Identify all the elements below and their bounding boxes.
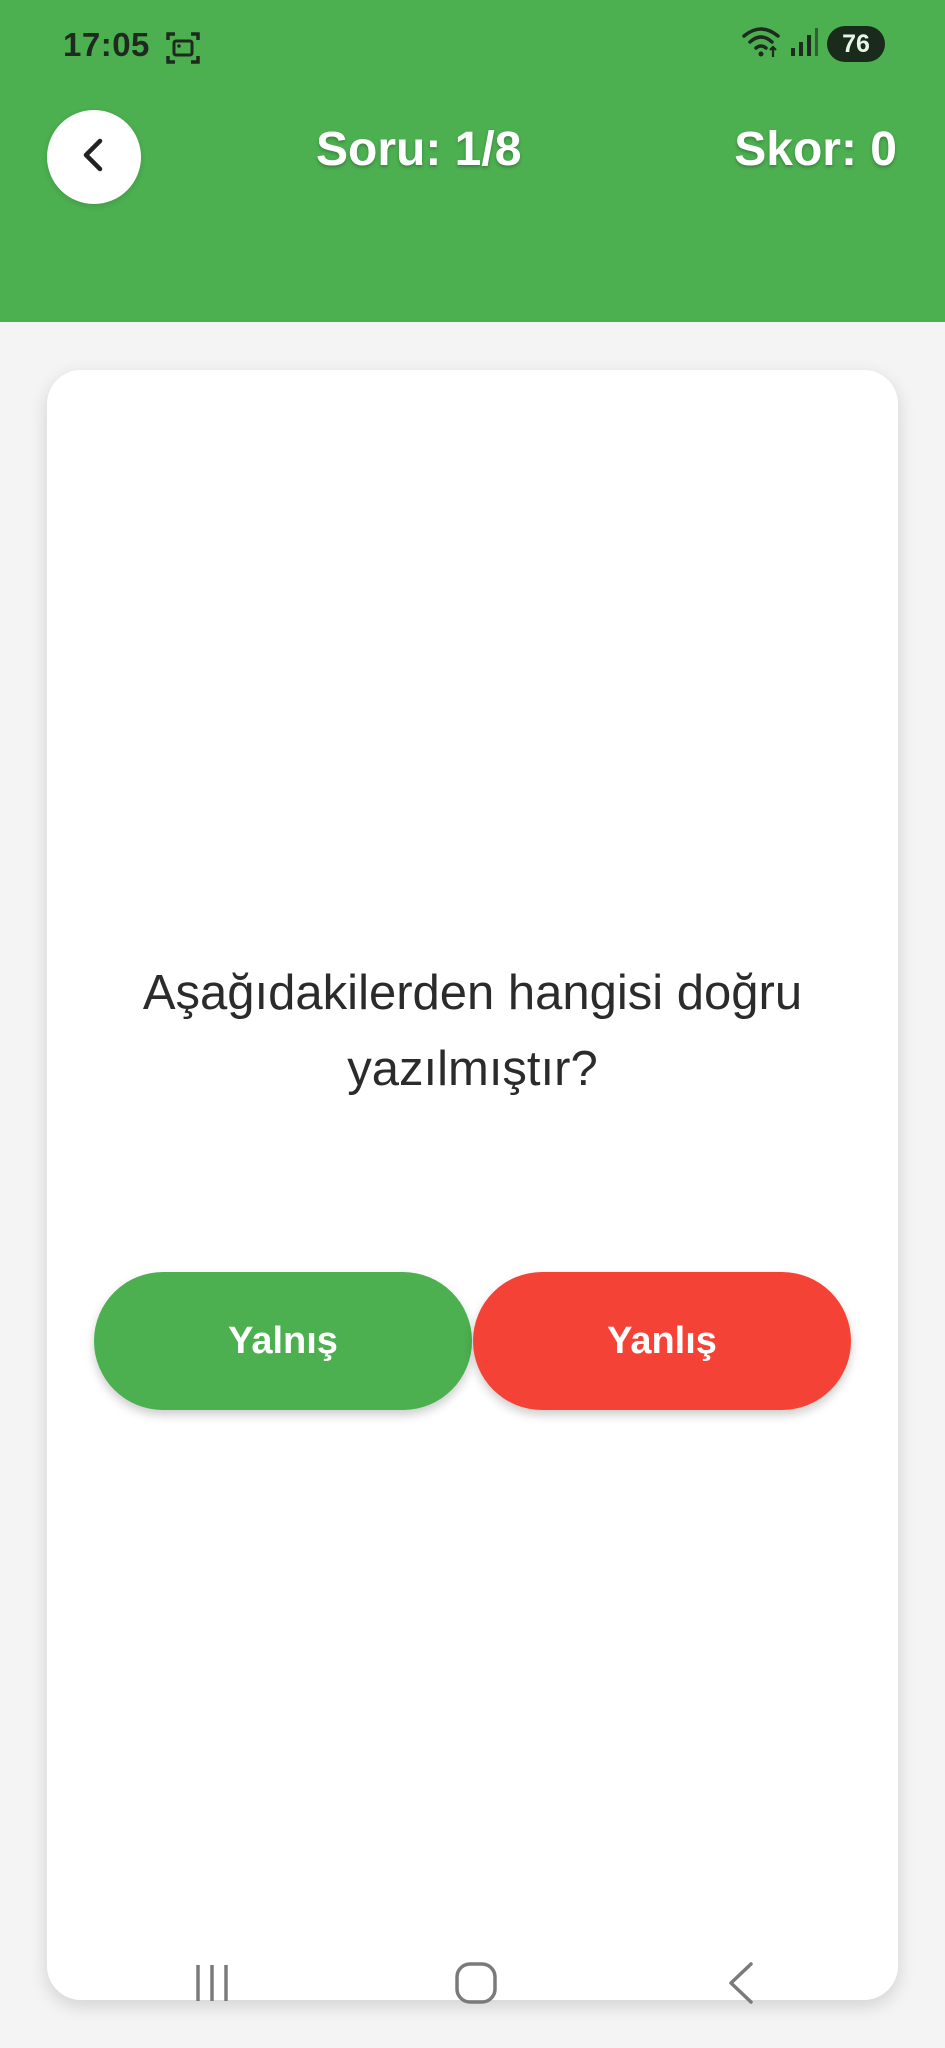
answer-button-1[interactable]: Yalnış xyxy=(94,1272,472,1410)
status-time: 17:05 xyxy=(63,26,150,63)
home-icon xyxy=(453,1960,499,2011)
home-button[interactable] xyxy=(446,1960,506,2010)
nav-back-button[interactable] xyxy=(711,1960,771,2010)
status-icons: 76 xyxy=(741,24,885,64)
score-label: Skor: 0 xyxy=(734,123,897,176)
question-counter: Soru: 1/8 xyxy=(316,123,522,176)
screenshot-icon xyxy=(165,30,201,66)
recent-apps-icon xyxy=(190,1961,234,2010)
signal-icon xyxy=(789,26,819,63)
answer-button-2[interactable]: Yanlış xyxy=(473,1272,851,1410)
wifi-icon xyxy=(741,25,781,64)
answer-label-1: Yalnış xyxy=(228,1319,338,1362)
answer-label-2: Yanlış xyxy=(607,1319,717,1362)
battery-icon: 76 xyxy=(827,26,885,62)
status-bar: 17:05 76 xyxy=(0,0,945,95)
question-card: Aşağıdakilerden hangisi doğru yazılmıştı… xyxy=(47,370,898,2000)
chevron-left-icon xyxy=(74,135,114,180)
question-text: Aşağıdakilerden hangisi doğru yazılmıştı… xyxy=(142,966,803,1096)
navigation-bar xyxy=(0,1940,945,2030)
recent-apps-button[interactable] xyxy=(182,1960,242,2010)
back-icon xyxy=(721,1960,761,2011)
back-button[interactable] xyxy=(47,110,141,204)
